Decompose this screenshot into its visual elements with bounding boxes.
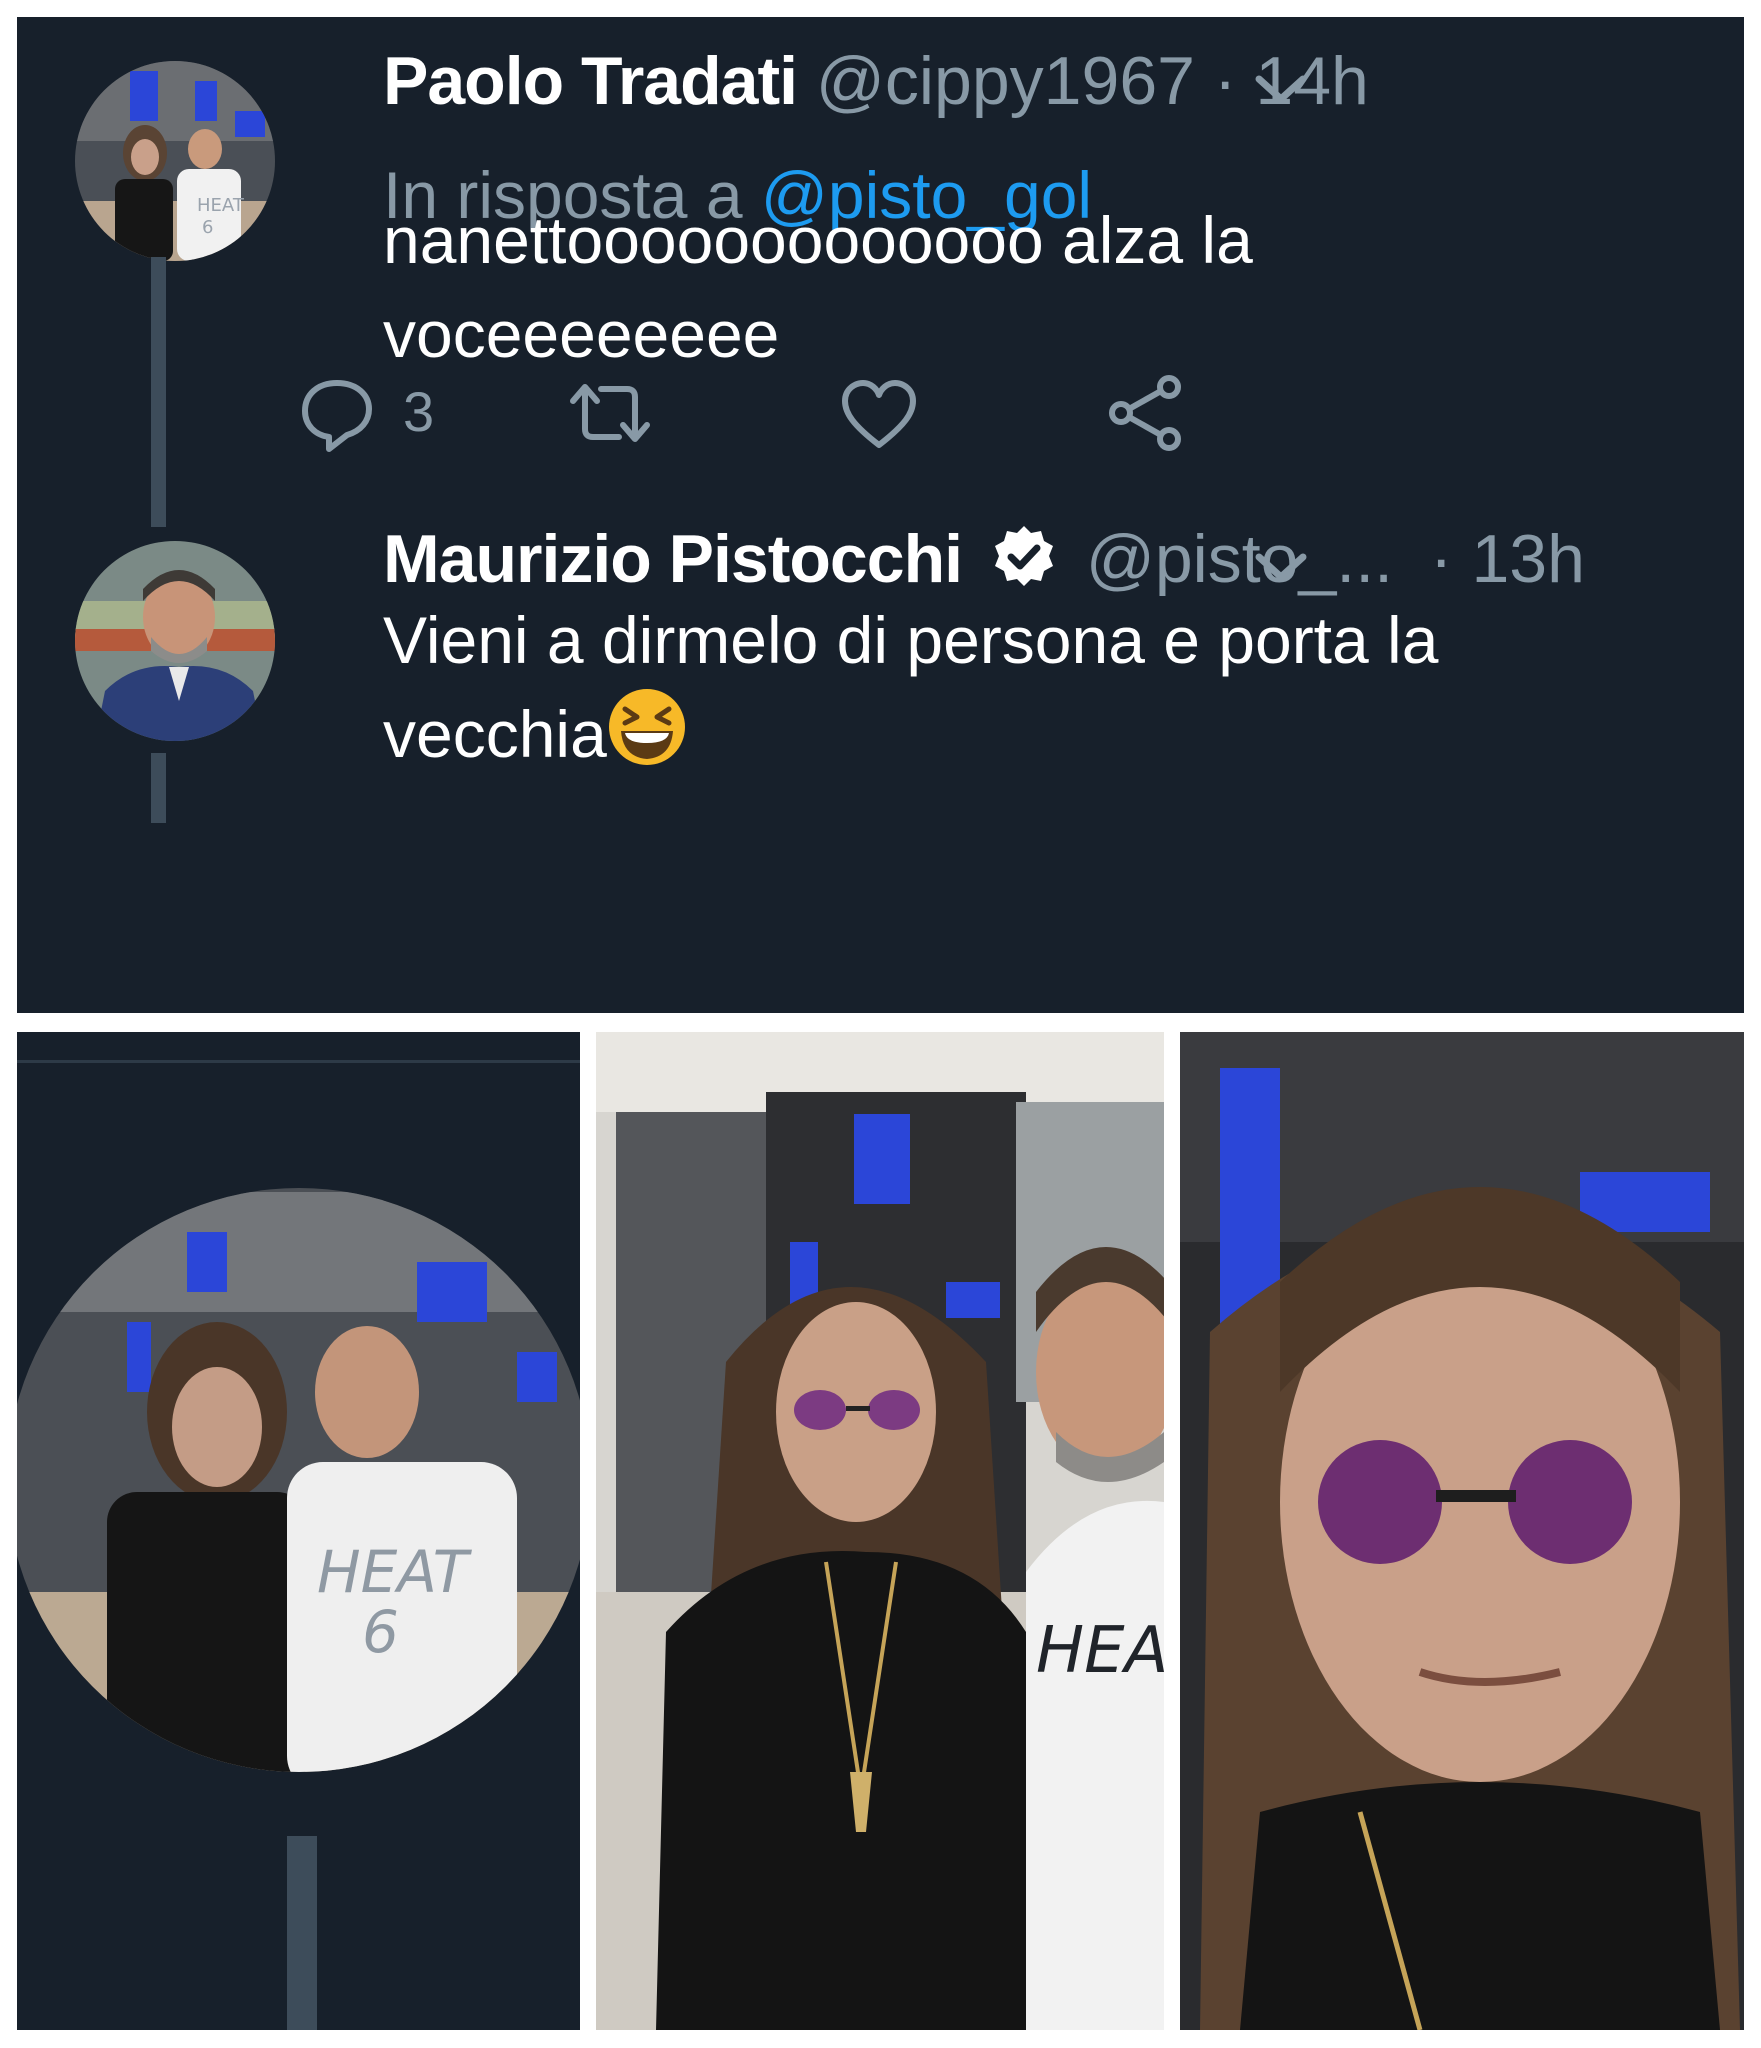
thread-line	[151, 257, 166, 527]
separator-dot: ·	[1429, 521, 1453, 597]
tweet-text-word: vecchia	[383, 697, 607, 771]
svg-text:6: 6	[202, 217, 213, 238]
svg-text:HEAT: HEAT	[317, 1538, 473, 1606]
separator-dot: ·	[1213, 43, 1237, 119]
original-photo-two-men: HEA	[596, 1032, 1164, 2030]
tweet-text: Vieni a dirmelo di persona e porta la ve…	[383, 593, 1683, 781]
grinning-squinting-face-emoji	[608, 689, 685, 765]
reply-count: 3	[403, 380, 435, 443]
avatar[interactable]	[75, 541, 275, 741]
author-handle[interactable]: @cippy1967	[816, 43, 1195, 119]
tweet-text-line: nanettooooooooooooo alza la	[383, 203, 1253, 277]
svg-text:HEAT: HEAT	[197, 195, 245, 216]
tweet-text: nanettooooooooooooo alza la voceeeeeeee	[383, 193, 1683, 381]
closeup-image	[1180, 1032, 1744, 2030]
avatar-zoom-image: HEAT 6	[17, 1032, 580, 2030]
thread-line	[151, 753, 166, 823]
tweet-text-line: voceeeeeeee	[383, 297, 780, 371]
chevron-down-icon[interactable]	[1249, 69, 1313, 109]
tweet-text-line: Vieni a dirmelo di persona e porta la	[383, 603, 1439, 677]
closeup-photo-man-with-sunglasses	[1180, 1032, 1744, 2030]
zoomed-avatar-photo: HEAT 6	[17, 1032, 580, 2030]
tweet-header: Paolo Tradati @cippy1967 · 14h	[383, 39, 1369, 123]
retweet-icon[interactable]	[565, 373, 655, 453]
author-name[interactable]: Maurizio Pistocchi	[383, 521, 963, 597]
share-icon[interactable]	[1105, 373, 1185, 453]
author-handle[interactable]: @pisto_...	[1086, 521, 1393, 597]
svg-text:6: 6	[362, 1598, 399, 1666]
heart-icon[interactable]	[839, 375, 919, 455]
tweet-header: Maurizio Pistocchi @pisto_... · 13h	[383, 517, 1585, 601]
svg-text:HEA: HEA	[1036, 1614, 1164, 1688]
avatar-photo-icon	[75, 541, 275, 741]
avatar[interactable]: HEAT 6	[75, 61, 275, 261]
chevron-down-icon[interactable]	[1249, 547, 1313, 587]
reply-icon[interactable]	[297, 373, 377, 453]
timestamp[interactable]: 13h	[1471, 521, 1584, 597]
photo-image: HEA	[596, 1032, 1164, 2030]
verified-badge-icon	[994, 526, 1053, 586]
author-name[interactable]: Paolo Tradati	[383, 43, 798, 119]
avatar-photo-icon: HEAT 6	[75, 61, 275, 261]
tweet-text-line: vecchia	[383, 687, 1683, 781]
tweet-thread-panel: HEAT 6 Paolo Tradati @cippy1967 · 14h In…	[17, 17, 1744, 1013]
